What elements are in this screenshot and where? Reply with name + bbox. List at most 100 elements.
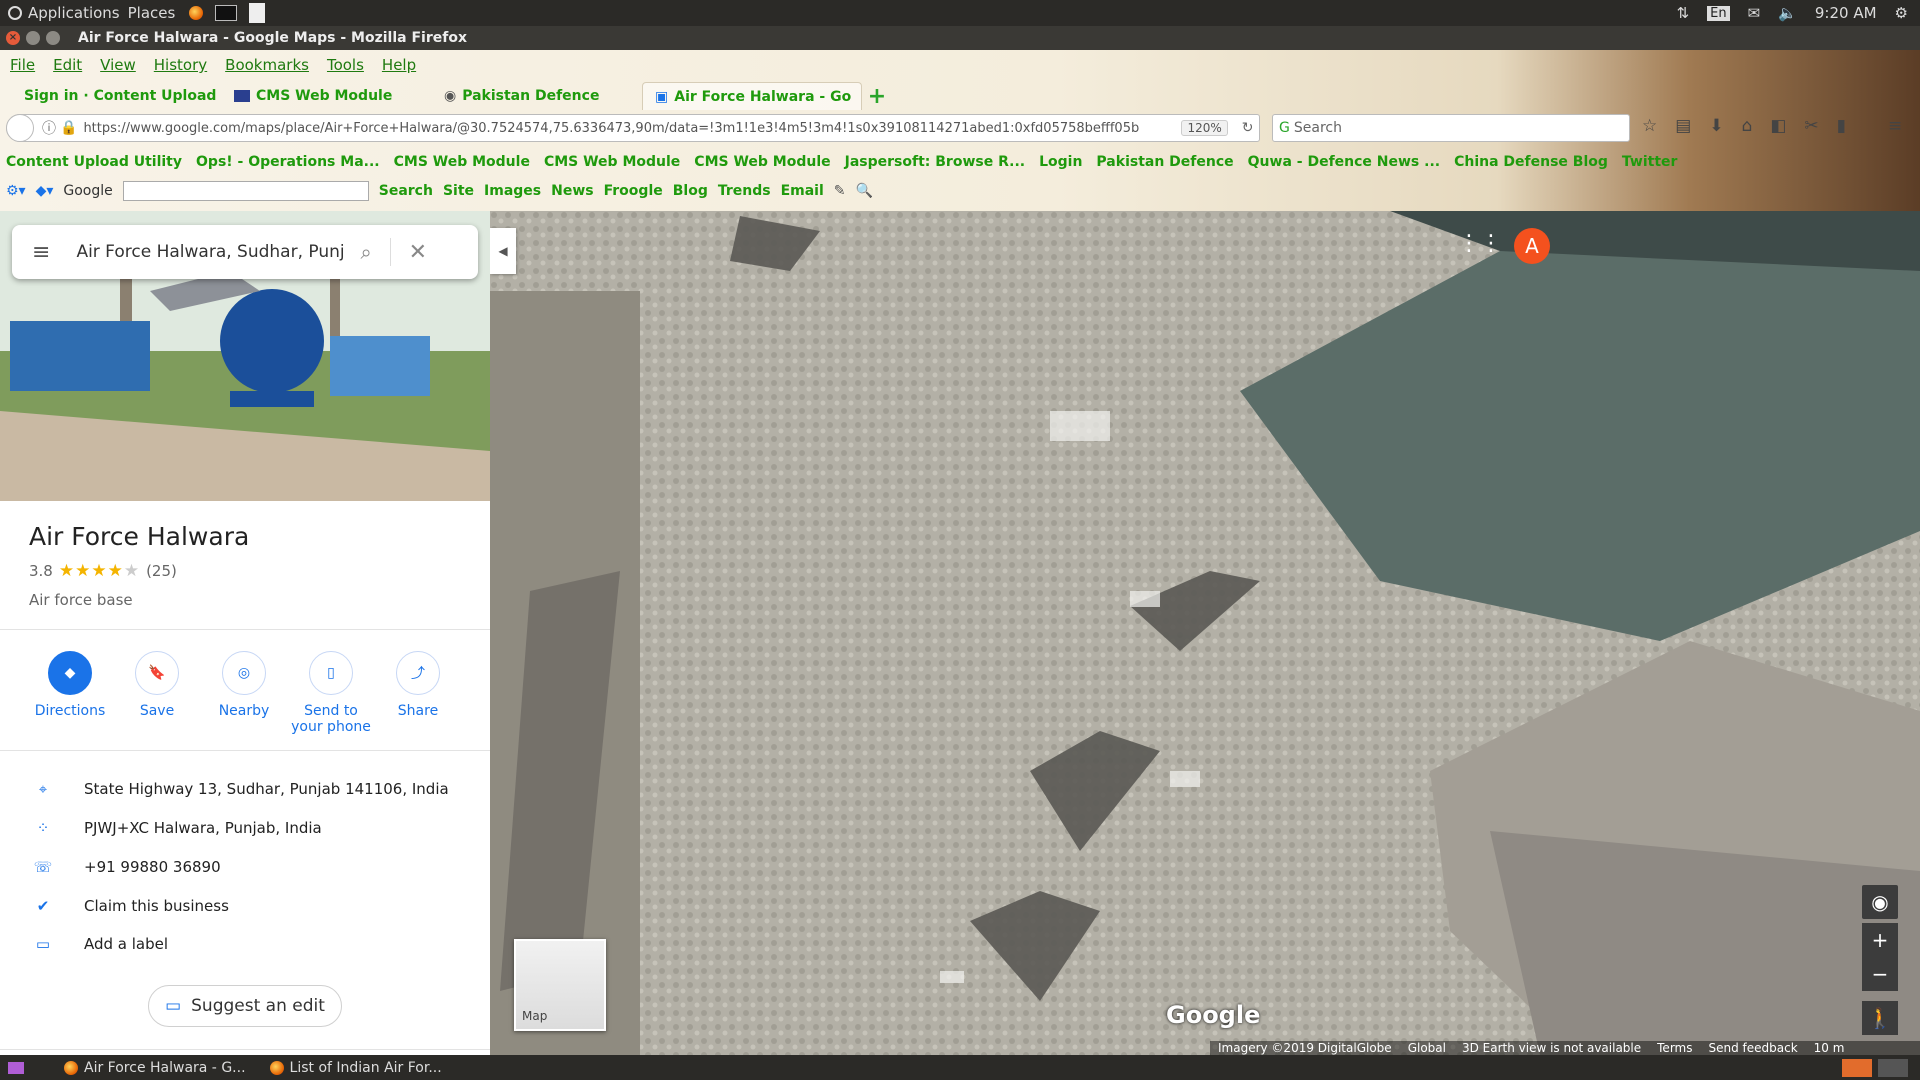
maximize-window-icon[interactable] [46, 31, 60, 45]
tab-cms[interactable]: CMS Web Module [222, 82, 432, 110]
info-icon[interactable]: ⓘ [42, 118, 56, 138]
google-brand[interactable]: Google [63, 183, 112, 199]
extension-icon[interactable]: ▮ [1837, 116, 1846, 136]
menu-view[interactable]: View [100, 56, 136, 74]
browser-search-box[interactable]: G Search [1272, 114, 1630, 142]
menu-edit[interactable]: Edit [53, 56, 82, 74]
toolbar-blog[interactable]: Blog [673, 183, 708, 199]
pencil-icon[interactable]: ✎ [834, 183, 846, 199]
toolbar-options-icon[interactable]: ⚙▾ [6, 183, 26, 199]
url-bar[interactable]: ⓘ 🔒 https://www.google.com/maps/place/Ai… [6, 114, 1260, 142]
tab-sign-in[interactable]: Sign in · Content Upload U [12, 82, 222, 110]
menu-help[interactable]: Help [382, 56, 416, 74]
maps-search-box[interactable]: ≡ Air Force Halwara, Sudhar, Punjab ⌕ ✕ [12, 225, 478, 279]
toolbar-news[interactable]: News [551, 183, 593, 199]
toolbar-email[interactable]: Email [781, 183, 824, 199]
hamburger-menu-icon[interactable]: ≡ [32, 240, 50, 265]
toolbar-trends[interactable]: Trends [718, 183, 771, 199]
reload-icon[interactable]: ↻ [1242, 120, 1254, 136]
home-icon[interactable]: ⌂ [1742, 116, 1753, 136]
bookmark-item[interactable]: Ops! - Operations Ma... [196, 154, 380, 176]
maps-search-input[interactable]: Air Force Halwara, Sudhar, Punjab [76, 242, 344, 262]
keyboard-layout-indicator[interactable]: En [1707, 5, 1730, 21]
mail-icon[interactable]: ✉ [1748, 4, 1761, 22]
workspace-1[interactable] [1842, 1058, 1872, 1077]
minimap-toggle[interactable]: Map [514, 939, 606, 1031]
directions-button[interactable]: ◆ Directions [27, 651, 113, 719]
toolbar-search[interactable]: Search [379, 183, 433, 199]
menu-bookmarks[interactable]: Bookmarks [225, 56, 309, 74]
menu-tools[interactable]: Tools [327, 56, 364, 74]
google-toolbar-input[interactable] [122, 181, 369, 201]
toolbar-froogle[interactable]: Froogle [604, 183, 663, 199]
address-row[interactable]: ⌖ State Highway 13, Sudhar, Punjab 14110… [28, 774, 468, 804]
volume-icon[interactable]: 🔈 [1778, 4, 1797, 22]
nearby-button[interactable]: ◎ Nearby [201, 651, 287, 719]
bookmark-item[interactable]: Pakistan Defence [1096, 154, 1233, 176]
my-location-button[interactable]: ◉ [1862, 885, 1898, 919]
zoom-out-button[interactable]: − [1862, 957, 1898, 991]
menu-history[interactable]: History [154, 56, 207, 74]
minimize-window-icon[interactable] [26, 31, 40, 45]
toolbar-diamond-icon[interactable]: ◆▾ [36, 183, 54, 199]
hamburger-menu-icon[interactable]: ≡ [1888, 116, 1902, 136]
zoom-level[interactable]: 120% [1181, 120, 1228, 136]
text-editor-icon[interactable] [249, 3, 266, 23]
satellite-map[interactable]: ⋮⋮ A Map Google ◉ + − 🚶 [490, 211, 1920, 1055]
save-button[interactable]: 🔖 Save [114, 651, 200, 719]
toolbar-images[interactable]: Images [484, 183, 541, 199]
pegman-icon[interactable]: 🚶 [1862, 1001, 1898, 1035]
settings-gear-icon[interactable]: ⚙ [1895, 4, 1908, 22]
zoom-in-button[interactable]: + [1862, 923, 1898, 957]
bookmark-item[interactable]: Twitter [1622, 154, 1678, 176]
bookmark-item[interactable]: CMS Web Module [694, 154, 830, 176]
network-icon[interactable]: ⇅ [1677, 4, 1690, 22]
send-to-phone-button[interactable]: ▯ Send to your phone [288, 651, 374, 735]
bookmark-item[interactable]: China Defense Blog [1454, 154, 1608, 176]
firefox-launcher-icon[interactable] [189, 6, 204, 20]
library-icon[interactable]: ▤ [1675, 116, 1691, 136]
place-category[interactable]: Air force base [29, 591, 133, 609]
close-icon[interactable]: ✕ [409, 240, 427, 265]
bookmark-item[interactable]: Login [1039, 154, 1082, 176]
add-label-row[interactable]: ▭ Add a label [28, 929, 468, 959]
taskbar-item-list[interactable]: List of Indian Air For... [258, 1055, 454, 1080]
screenshot-icon[interactable]: ✂ [1804, 116, 1818, 136]
places-menu[interactable]: Places [128, 4, 176, 22]
rating-row[interactable]: 3.8 ★★★★★ (25) [29, 561, 177, 581]
bookmark-star-icon[interactable]: ☆ [1642, 116, 1657, 136]
account-avatar[interactable]: A [1514, 228, 1550, 264]
download-icon[interactable]: ⬇ [1709, 116, 1723, 136]
bookmark-item[interactable]: Content Upload Utility [6, 154, 182, 176]
workspace-switcher[interactable] [1842, 1058, 1908, 1077]
share-button[interactable]: ⤴ Share [375, 651, 461, 719]
search-icon[interactable]: ⌕ [360, 240, 371, 264]
apps-grid-icon[interactable]: ⋮⋮ [1458, 233, 1502, 255]
clock[interactable]: 9:20 AM [1815, 4, 1877, 22]
bookmark-item[interactable]: CMS Web Module [394, 154, 530, 176]
system-monitor-icon[interactable] [215, 5, 238, 21]
show-desktop-icon[interactable] [8, 1061, 24, 1074]
claim-business-row[interactable]: ✔ Claim this business [28, 891, 468, 921]
close-window-icon[interactable]: × [6, 31, 20, 45]
menu-file[interactable]: File [10, 56, 35, 74]
tab-pakistan-defence[interactable]: ◉ Pakistan Defence [432, 82, 642, 110]
magnifier-icon[interactable]: 🔍 [856, 183, 873, 199]
applications-menu[interactable]: Applications [8, 4, 120, 22]
toolbar-site[interactable]: Site [443, 183, 474, 199]
pluscode-row[interactable]: ⁘ PJWJ+XC Halwara, Punjab, India [28, 813, 468, 843]
bookmark-item[interactable]: Jaspersoft: Browse R... [845, 154, 1025, 176]
taskbar-item-maps[interactable]: Air Force Halwara - G... [52, 1055, 258, 1080]
bookmark-item[interactable]: Quwa - Defence News ... [1248, 154, 1440, 176]
back-button[interactable] [6, 114, 34, 142]
tab-air-force-halwara[interactable]: ▣ Air Force Halwara - Go [642, 82, 862, 110]
bookmark-item[interactable]: CMS Web Module [544, 154, 680, 176]
phone-row[interactable]: ☏ +91 99880 36890 [28, 852, 468, 882]
star-rating-icon: ★★★★★ [58, 561, 141, 581]
review-count[interactable]: (25) [146, 562, 177, 580]
workspace-2[interactable] [1878, 1058, 1908, 1077]
new-tab-button[interactable]: + [862, 82, 892, 110]
collapse-panel-button[interactable]: ◀ [490, 228, 516, 274]
pocket-icon[interactable]: ◧ [1770, 116, 1786, 136]
suggest-edit-button[interactable]: ▭ Suggest an edit [148, 985, 342, 1027]
